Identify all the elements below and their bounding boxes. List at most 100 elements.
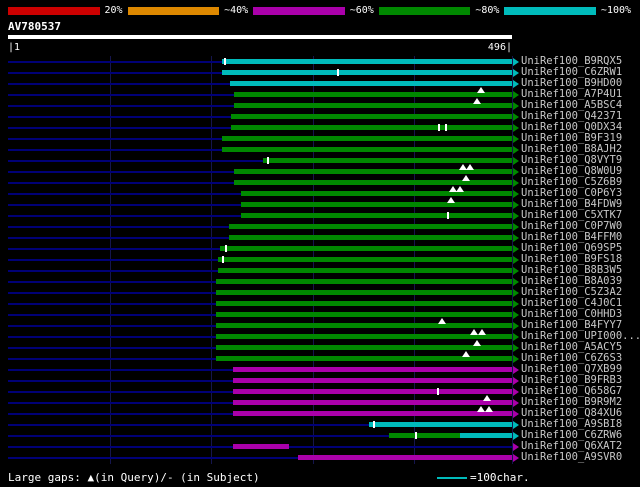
large-gap-triangle-icon xyxy=(462,351,471,357)
alignment-bar[interactable] xyxy=(230,114,512,119)
alignment-bar[interactable] xyxy=(216,301,512,306)
hit-arrow-icon xyxy=(513,376,519,385)
gap-tick xyxy=(444,124,447,131)
hit-label[interactable]: UniRef100_A9SVR0 xyxy=(521,452,622,463)
alignment-bar[interactable] xyxy=(232,378,512,383)
hit-arrow-icon xyxy=(513,178,519,187)
hit-arrow-icon xyxy=(513,189,519,198)
scale-segment-magenta xyxy=(253,7,345,15)
alignment-bar[interactable] xyxy=(229,81,512,86)
alignment-bar[interactable] xyxy=(216,334,512,339)
alignment-bar[interactable] xyxy=(233,103,512,108)
gap-tick xyxy=(446,212,449,219)
scale-label: 20% xyxy=(104,5,123,16)
gap-tick xyxy=(372,421,375,428)
query-bar xyxy=(8,35,512,39)
scale-length-label: =100char. xyxy=(470,471,530,484)
hit-arrow-icon xyxy=(513,266,519,275)
blast-overview-screen: 20% ~40% ~60% ~80% ~100% AV780537 |1 496| Un… xyxy=(0,0,640,487)
hit-arrow-icon xyxy=(513,233,519,242)
hit-arrow-icon xyxy=(513,156,519,165)
gap-tick xyxy=(224,58,227,65)
alignment-bar[interactable] xyxy=(216,312,512,317)
alignment-bar[interactable] xyxy=(263,158,512,163)
alignment-bar[interactable] xyxy=(216,345,512,350)
footer: Large gaps: ▲(in Query)/- (in Subject) =… xyxy=(8,470,636,486)
hit-row: UniRef100_A9SVR0 xyxy=(0,452,640,463)
hit-arrow-icon xyxy=(513,57,519,66)
hit-arrow-icon xyxy=(513,101,519,110)
alignment-bar[interactable] xyxy=(240,202,512,207)
alignment-bar[interactable] xyxy=(460,433,512,438)
alignment-bar[interactable] xyxy=(222,136,512,141)
large-gap-triangle-icon xyxy=(456,186,465,192)
hit-arrow-icon xyxy=(513,167,519,176)
large-gap-triangle-icon xyxy=(477,329,486,335)
alignment-bar[interactable] xyxy=(216,290,512,295)
hit-arrow-icon xyxy=(513,442,519,451)
large-gap-triangle-icon xyxy=(473,340,482,346)
alignment-bar[interactable] xyxy=(240,213,512,218)
scale-label: ~40% xyxy=(224,5,249,16)
hit-arrow-icon xyxy=(513,90,519,99)
scale-segment-cyan xyxy=(504,7,596,15)
alignment-bar[interactable] xyxy=(233,92,512,97)
large-gaps-legend: Large gaps: ▲(in Query)/- (in Subject) xyxy=(8,471,260,484)
scale-bar: 20% ~40% ~60% ~80% ~100% xyxy=(8,5,636,17)
alignment-bar[interactable] xyxy=(232,367,512,372)
alignment-bar[interactable] xyxy=(228,224,512,229)
alignment-bar[interactable] xyxy=(222,147,512,152)
scale-length-line xyxy=(437,477,467,479)
hit-arrow-icon xyxy=(513,79,519,88)
large-gap-triangle-icon xyxy=(462,175,471,181)
alignment-bar[interactable] xyxy=(232,400,512,405)
alignment-bar[interactable] xyxy=(232,411,512,416)
hit-arrow-icon xyxy=(513,134,519,143)
gap-tick xyxy=(267,157,270,164)
gap-tick xyxy=(436,388,439,395)
hit-arrow-icon xyxy=(513,211,519,220)
scale-segment-red xyxy=(8,7,100,15)
scale-label: ~60% xyxy=(349,5,374,16)
alignment-bar[interactable] xyxy=(368,422,512,427)
alignment-bar[interactable] xyxy=(222,70,512,75)
hit-arrow-icon xyxy=(513,255,519,264)
gap-tick xyxy=(337,69,340,76)
alignment-bar[interactable] xyxy=(232,444,290,449)
hit-arrow-icon xyxy=(513,420,519,429)
alignment-bar[interactable] xyxy=(240,191,512,196)
hit-arrow-icon xyxy=(513,387,519,396)
large-gap-triangle-icon xyxy=(482,395,491,401)
hit-arrow-icon xyxy=(513,365,519,374)
gap-tick xyxy=(225,245,228,252)
hit-arrow-icon xyxy=(513,68,519,77)
alignment-bar[interactable] xyxy=(218,268,512,273)
alignment-bar[interactable] xyxy=(218,257,512,262)
hit-arrow-icon xyxy=(513,321,519,330)
large-gap-triangle-icon xyxy=(447,197,456,203)
gap-tick xyxy=(415,432,418,439)
large-gap-triangle-icon xyxy=(437,318,446,324)
hit-arrow-icon xyxy=(513,200,519,209)
hit-arrow-icon xyxy=(513,310,519,319)
alignment-bar[interactable] xyxy=(232,389,512,394)
alignment-bar[interactable] xyxy=(216,279,512,284)
alignment-bar[interactable] xyxy=(222,59,512,64)
alignment-bar[interactable] xyxy=(389,433,461,438)
alignment-bar[interactable] xyxy=(228,235,512,240)
scale-label: ~80% xyxy=(475,5,500,16)
gap-tick xyxy=(437,124,440,131)
alignment-bar[interactable] xyxy=(220,246,512,251)
alignment-bar[interactable] xyxy=(297,455,512,460)
large-gap-triangle-icon xyxy=(484,406,493,412)
hit-arrow-icon xyxy=(513,398,519,407)
large-gap-triangle-icon xyxy=(473,98,482,104)
scale-segment-orange xyxy=(127,7,220,15)
alignment-bar[interactable] xyxy=(230,125,512,130)
query-name: AV780537 xyxy=(8,20,61,33)
alignment-bar[interactable] xyxy=(216,323,512,328)
hit-arrow-icon xyxy=(513,112,519,121)
hit-arrow-icon xyxy=(513,354,519,363)
hit-arrow-icon xyxy=(513,222,519,231)
hit-arrow-icon xyxy=(513,244,519,253)
